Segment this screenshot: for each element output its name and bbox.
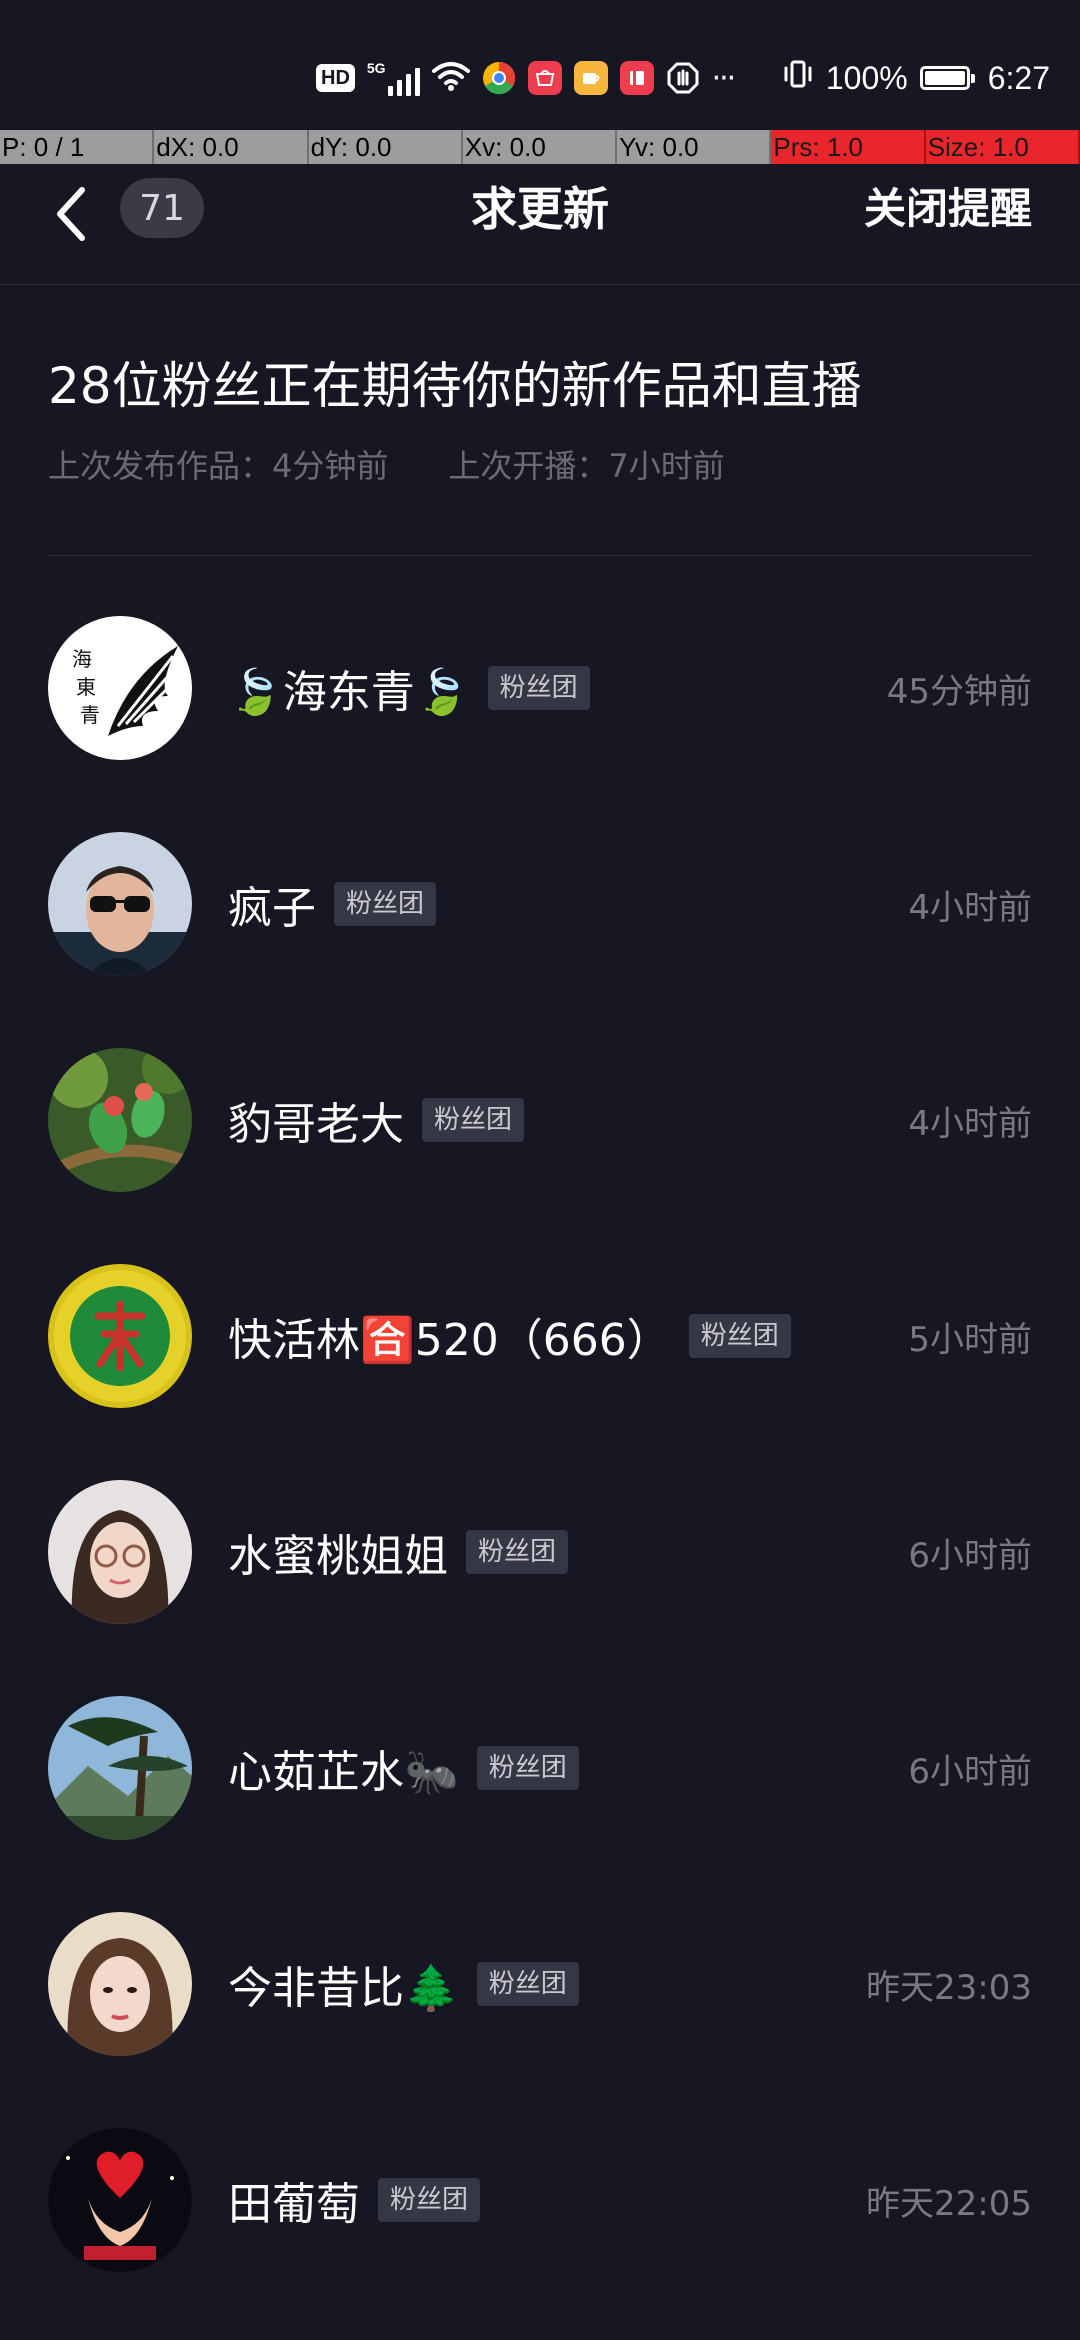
last-live-time: 上次开播：7小时前 (448, 447, 725, 485)
svg-text:海: 海 (72, 647, 92, 671)
debug-cell: dX: 0.0 (154, 130, 309, 164)
battery-percent: 100% (825, 59, 908, 96)
fan-name: 快活林🈴520（666） (228, 1315, 671, 1366)
fan-info: 田葡萄 粉丝团 (228, 2128, 481, 2272)
fan-name: 🍃海东青🍃 (228, 667, 470, 718)
fan-info: 疯子 粉丝团 (228, 832, 437, 976)
pine-mountain-avatar[interactable] (48, 1696, 192, 1840)
fan-name: 水蜜桃姐姐 (228, 1531, 448, 1582)
request-time: 昨天23:03 (866, 1967, 1032, 2008)
request-time: 昨天22:05 (866, 2183, 1032, 2224)
wifi-icon (431, 60, 470, 96)
fan-info: 心茹芷水🐜 粉丝团 (228, 1696, 579, 1840)
divider (48, 555, 1032, 556)
cup-app-icon (573, 61, 608, 95)
woman-glasses-avatar[interactable] (48, 1480, 192, 1624)
list-item[interactable]: 田葡萄 粉丝团 昨天22:05 (0, 2104, 1080, 2320)
summary-title: 28位粉丝正在期待你的新作品和直播 (48, 357, 862, 415)
nav-header: 71 求更新 关闭提醒 (0, 164, 1080, 285)
close-reminder-button[interactable]: 关闭提醒 (864, 174, 1032, 244)
list-item[interactable]: 豹哥老大 粉丝团 4小时前 (0, 1024, 1080, 1240)
debug-cell: Prs: 1.0 (771, 130, 926, 164)
fan-club-badge: 粉丝团 (487, 666, 590, 710)
huawei-app-icon (527, 61, 562, 95)
status-bar: HD 5G ··· 100% 6:27 (0, 0, 1080, 130)
fan-info: 今非昔比🌲 粉丝团 (228, 1912, 579, 2056)
fan-club-badge: 粉丝团 (476, 1962, 579, 2006)
fan-club-badge: 粉丝团 (466, 1530, 569, 1574)
fan-club-badge: 粉丝团 (476, 1746, 579, 1790)
last-post-time: 上次发布作品：4分钟前 (48, 447, 389, 485)
woman-portrait-avatar[interactable] (48, 1912, 192, 2056)
fan-club-badge: 粉丝团 (334, 882, 437, 926)
request-time: 6小时前 (908, 1535, 1032, 1576)
svg-text:東: 東 (76, 675, 96, 699)
more-notifications-icon: ··· (711, 60, 737, 96)
vibrate-icon (782, 58, 814, 98)
fan-name: 今非昔比🌲 (228, 1963, 459, 2014)
signal-5g-icon: 5G (367, 60, 420, 96)
debug-cell: Size: 1.0 (925, 130, 1080, 164)
debug-cell: Yv: 0.0 (617, 130, 772, 164)
fan-name: 田葡萄 (228, 2179, 360, 2230)
fan-name: 疯子 (228, 883, 316, 934)
request-time: 5小时前 (908, 1319, 1032, 1360)
list-item[interactable]: 海 東 青 🍃海东青🍃 粉丝团 45分钟前 (0, 592, 1080, 808)
list-item[interactable]: 今非昔比🌲 粉丝团 昨天23:03 (0, 1888, 1080, 2104)
fan-club-badge: 粉丝团 (422, 1098, 525, 1142)
pointer-debug-overlay: P: 0 / 1 dX: 0.0 dY: 0.0 Xv: 0.0 Yv: 0.0 Prs:… (0, 130, 1080, 164)
fan-info: 豹哥老大 粉丝团 (228, 1048, 525, 1192)
summary: 28位粉丝正在期待你的新作品和直播 上次发布作品：4分钟前 上次开播：7小时前 (48, 344, 1032, 488)
lin-character-avatar[interactable] (48, 1264, 192, 1408)
parrots-avatar[interactable] (48, 1048, 192, 1192)
book-app-icon (619, 61, 654, 95)
debug-cell: dY: 0.0 (308, 130, 463, 164)
status-icons-left: HD 5G ··· (316, 56, 737, 100)
debug-cell: P: 0 / 1 (0, 130, 155, 164)
fan-info: 🍃海东青🍃 粉丝团 (228, 616, 590, 760)
request-time: 45分钟前 (886, 671, 1032, 712)
fan-list: 海 東 青 🍃海东青🍃 粉丝团 45分钟前 疯子 粉丝团 4小时前 豹哥老大 粉… (0, 592, 1080, 2320)
hd-icon: HD (316, 64, 355, 92)
shield-app-icon (666, 61, 700, 95)
fan-club-badge: 粉丝团 (378, 2178, 481, 2222)
man-sunglasses-avatar[interactable] (48, 832, 192, 976)
fan-info: 快活林🈴520（666） 粉丝团 (228, 1264, 791, 1408)
svg-text:青: 青 (80, 703, 100, 727)
list-item[interactable]: 水蜜桃姐姐 粉丝团 6小时前 (0, 1456, 1080, 1672)
list-item[interactable]: 心茹芷水🐜 粉丝团 6小时前 (0, 1672, 1080, 1888)
debug-cell: Xv: 0.0 (462, 130, 618, 164)
screen: HD 5G ··· 100% 6:27 P: 0 / 1 dX: 0.0 dY:… (0, 0, 1080, 2340)
fan-club-badge: 粉丝团 (688, 1314, 791, 1358)
fan-info: 水蜜桃姐姐 粉丝团 (228, 1480, 569, 1624)
fan-name: 豹哥老大 (228, 1099, 404, 1150)
fan-name: 心茹芷水🐜 (228, 1747, 459, 1798)
status-icons-right: 100% 6:27 (782, 56, 1050, 100)
list-item[interactable]: 疯子 粉丝团 4小时前 (0, 808, 1080, 1024)
battery-icon (919, 66, 975, 90)
network-type-label: 5G (366, 60, 386, 76)
eagle-wing-avatar[interactable]: 海 東 青 (48, 616, 192, 760)
list-item[interactable]: 快活林🈴520（666） 粉丝团 5小时前 (0, 1240, 1080, 1456)
request-time: 6小时前 (908, 1751, 1032, 1792)
request-time: 4小时前 (908, 1103, 1032, 1144)
summary-subtitle: 上次发布作品：4分钟前 上次开播：7小时前 (48, 444, 1032, 488)
heart-hands-avatar[interactable] (48, 2128, 192, 2272)
chrome-like-app-icon (482, 61, 516, 95)
clock: 6:27 (987, 59, 1050, 96)
request-time: 4小时前 (908, 887, 1032, 928)
